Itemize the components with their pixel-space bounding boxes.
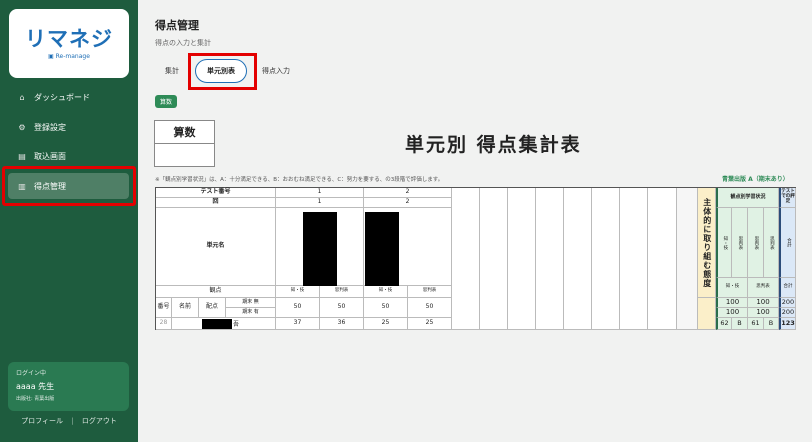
round-2: 2 [364, 198, 452, 208]
max-score: 50 [320, 298, 364, 318]
kanten-result: 61 [748, 318, 764, 330]
header-name: 名前 [172, 298, 199, 318]
header-full-score: 配点 [199, 298, 226, 318]
viewpoint-label: 知・技 [276, 286, 320, 298]
tab-highlight-box [188, 53, 257, 90]
home-icon: ⌂ [19, 92, 25, 102]
header-unit-name: 単元名 [156, 208, 276, 286]
sidebar-item-settings[interactable]: ⚙ 登録設定 [8, 114, 129, 140]
attitude-header: 主体的に取り組む態度 [698, 188, 716, 298]
redacted-unit-name [365, 212, 399, 286]
student-score[interactable]: 25 [364, 318, 408, 330]
kanten-subcol: 思判表 [764, 208, 779, 278]
test-eval-header: テストでの評定 [779, 188, 796, 208]
logo-subtext: ▣ Re-manage [48, 53, 90, 60]
max-score: 50 [408, 298, 452, 318]
subject-name: 算数 [155, 121, 214, 144]
test-eval-total: 123 [779, 318, 796, 330]
empty-column [452, 188, 480, 330]
login-info: ログイン中 aaaa 先生 出版社: 青葉出版 [8, 362, 129, 411]
import-icon: ▤ [18, 151, 26, 161]
logo-text: リマネジ [25, 27, 113, 51]
redacted-student-name [202, 319, 232, 329]
student-name-suffix: 吾 [233, 321, 240, 328]
kanten-full-none: 100 [716, 298, 748, 308]
empty-column [536, 188, 564, 330]
publisher-label: 青葉出版 A（期末あり） [722, 176, 789, 183]
kanten-subcol: 思判表 [732, 208, 748, 278]
footer-links: プロフィール | ログアウト [0, 416, 138, 426]
evaluation-note: ※「観点別学習状況」は、A：十分満足できる、B：おおむね満足できる、C：努力を要… [155, 177, 444, 183]
profile-link[interactable]: プロフィール [21, 417, 63, 425]
round-1: 1 [276, 198, 364, 208]
kanten-result: B [732, 318, 748, 330]
test-number-1: 1 [276, 188, 364, 198]
kanten-label: 知・技 [716, 278, 748, 298]
empty-column [508, 188, 536, 330]
kanten-result: 62 [716, 318, 732, 330]
nav-highlight-box [2, 166, 136, 206]
sidebar: リマネジ ▣ Re-manage ⌂ ダッシュボード ⚙ 登録設定 ▤ 取込画面… [0, 0, 138, 442]
login-publisher: 出版社: 青葉出版 [16, 396, 55, 402]
student-score[interactable]: 37 [276, 318, 320, 330]
student-score[interactable]: 36 [320, 318, 364, 330]
kanten-full-none: 100 [748, 298, 779, 308]
student-number: 28 [156, 318, 172, 330]
tab-summary[interactable]: 集計 [165, 66, 179, 76]
header-number: 番号 [156, 298, 172, 318]
max-score: 50 [276, 298, 320, 318]
empty-column [480, 188, 508, 330]
kanten-subcol: 思判表 [748, 208, 764, 278]
tab-score-input[interactable]: 得点入力 [262, 66, 290, 76]
attitude-cell [698, 298, 716, 330]
viewpoint-label: 思判表 [408, 286, 452, 298]
header-term-none: 期末 無 [226, 298, 276, 308]
kanten-full-has: 100 [716, 308, 748, 318]
kanten-subcol: 知・技 [716, 208, 732, 278]
page-title: 得点管理 [155, 19, 199, 32]
empty-column [592, 188, 620, 330]
empty-column [564, 188, 592, 330]
viewpoint-label: 知・技 [364, 286, 408, 298]
empty-column [620, 188, 648, 330]
sidebar-item-label: ダッシュボード [34, 92, 90, 102]
header-test-number: テスト番号 [156, 188, 276, 198]
max-score: 50 [364, 298, 408, 318]
empty-column [677, 188, 698, 330]
sidebar-item-label: 取込画面 [34, 151, 66, 161]
kanten-label: 思判表 [748, 278, 779, 298]
viewpoint-label: 思判表 [320, 286, 364, 298]
app-logo[interactable]: リマネジ ▣ Re-manage [9, 9, 129, 78]
subject-box: 算数 [154, 120, 215, 167]
sidebar-item-dashboard[interactable]: ⌂ ダッシュボード [8, 84, 129, 110]
score-table: テスト番号 回 単元名 観点 番号 名前 配点 期末 無 期末 有 1 1 2 … [155, 187, 796, 330]
gear-icon: ⚙ [18, 122, 26, 132]
test-eval-subcol: 合計 [779, 208, 796, 278]
redacted-unit-name [303, 212, 337, 286]
empty-column [648, 188, 677, 330]
test-number-2: 2 [364, 188, 452, 198]
footer-separator: | [71, 417, 74, 425]
main-content: 得点管理 得点の入力と集計 集計 単元別表 得点入力 算数 算数 単元別 得点集… [138, 0, 812, 442]
test-eval-full-has: 200 [779, 308, 796, 318]
login-status: ログイン中 [16, 370, 47, 377]
logout-link[interactable]: ログアウト [82, 417, 117, 425]
student-score[interactable]: 25 [408, 318, 452, 330]
header-round: 回 [156, 198, 276, 208]
header-viewpoint: 観点 [156, 286, 276, 298]
test-eval-label: 合計 [779, 278, 796, 298]
sidebar-item-label: 登録設定 [34, 122, 66, 132]
page-subtitle: 得点の入力と集計 [155, 39, 211, 47]
kanten-header: 観点別学習状況 [716, 188, 779, 208]
login-user: aaaa 先生 [16, 382, 55, 391]
report-title: 単元別 得点集計表 [405, 134, 582, 156]
kanten-result: B [764, 318, 779, 330]
header-term-has: 期末 有 [226, 308, 276, 318]
test-eval-full-none: 200 [779, 298, 796, 308]
subject-badge: 算数 [155, 95, 178, 108]
kanten-full-has: 100 [748, 308, 779, 318]
